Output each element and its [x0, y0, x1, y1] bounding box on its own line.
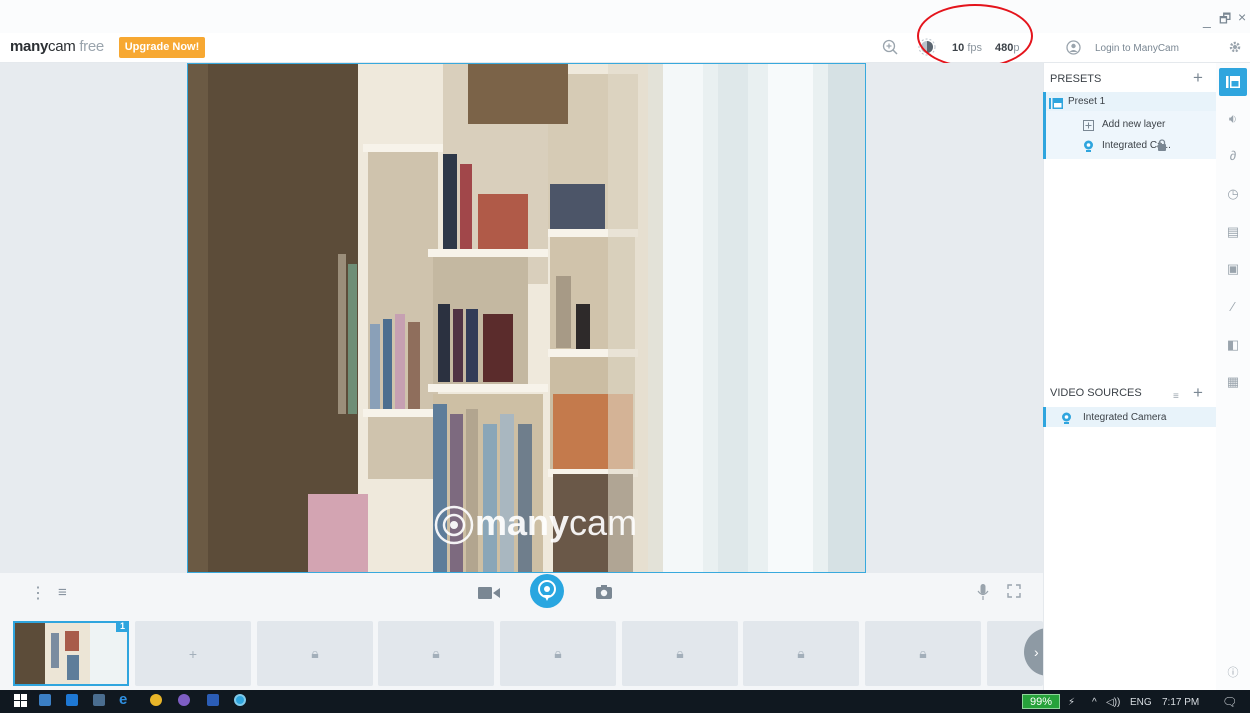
presets-tab[interactable] [1219, 68, 1247, 96]
layers-icon [1226, 76, 1240, 88]
broadcast-icon [538, 580, 556, 601]
lock-icon: 🔒︎ [432, 645, 440, 661]
webcam-icon [1061, 411, 1072, 429]
audio-icon[interactable]: 🔉︎ [1225, 111, 1241, 127]
magic-wand-icon[interactable]: ⁄ [1225, 299, 1241, 314]
sources-list-icon[interactable]: ≡ [1173, 391, 1179, 402]
broadcast-button[interactable] [530, 574, 564, 608]
more-options-icon[interactable]: ⋮ [30, 583, 46, 603]
thumbnail-number-badge: 1 [116, 621, 129, 632]
login-link[interactable]: Login to ManyCam [1095, 43, 1179, 54]
annotation-circle [917, 4, 1033, 68]
manycam-logo-icon [434, 506, 474, 545]
locked-thumbnail[interactable]: 🔒︎ [865, 621, 981, 686]
add-layer-label[interactable]: Add new layer [1102, 119, 1165, 130]
word-icon[interactable] [207, 694, 219, 706]
camera-feed-image [188, 64, 865, 572]
user-circle-icon[interactable] [1066, 40, 1081, 60]
add-source-button[interactable]: + [1193, 383, 1203, 403]
lock-icon: 🔒︎ [797, 645, 805, 661]
volume-icon[interactable]: ◁)) [1106, 697, 1120, 708]
file-explorer-icon[interactable] [39, 694, 51, 706]
clock[interactable]: 7:17 PM [1162, 697, 1199, 708]
close-button[interactable]: × [1238, 9, 1246, 25]
manycam-watermark: manycam [433, 502, 637, 546]
add-preset-button[interactable]: + [1193, 68, 1203, 88]
power-icon[interactable]: ⚡︎ [1068, 697, 1075, 708]
viber-icon[interactable] [178, 694, 190, 706]
battery-indicator[interactable]: 99% [1022, 694, 1060, 709]
draw-icon[interactable]: ∂ [1225, 148, 1241, 163]
language-indicator[interactable]: ENG [1130, 697, 1152, 708]
presets-title: PRESETS [1050, 73, 1102, 85]
widgets-icon[interactable]: ▦ [1225, 374, 1241, 390]
lock-icon: 🔒︎ [311, 645, 319, 661]
upgrade-button[interactable]: Upgrade Now! [119, 37, 205, 58]
video-sources-title: VIDEO SOURCES [1050, 387, 1142, 399]
camera-preview[interactable] [187, 63, 866, 573]
thumbnail-active[interactable] [13, 621, 129, 686]
info-icon[interactable]: ⓘ [1225, 664, 1241, 680]
locked-thumbnail[interactable]: 🔒︎ [257, 621, 373, 686]
chrome-icon[interactable] [150, 694, 162, 706]
tray-expand-icon[interactable]: ^ [1092, 697, 1097, 708]
locked-thumbnail[interactable]: 🔒︎ [500, 621, 616, 686]
lock-icon: 🔒︎ [919, 645, 927, 661]
camera-icon[interactable] [596, 585, 612, 604]
webcam-icon [1083, 139, 1094, 157]
lower-third-icon[interactable]: ▤ [1225, 224, 1241, 240]
lock-icon: 🔒︎ [676, 645, 684, 661]
preset-name: Preset 1 [1068, 96, 1106, 107]
locked-thumbnail[interactable]: 🔒︎ [622, 621, 738, 686]
fullscreen-icon[interactable] [1007, 584, 1021, 601]
clock-icon[interactable]: ◷ [1225, 186, 1241, 202]
playlist-icon[interactable]: ≡ [58, 584, 67, 601]
zoom-in-icon[interactable] [882, 39, 898, 60]
locked-thumbnail[interactable]: 🔒︎ [743, 621, 859, 686]
notifications-icon[interactable]: 🗨︎ [1222, 695, 1237, 709]
app-logo: manycam free [10, 38, 104, 55]
windows-start-icon[interactable] [14, 694, 27, 712]
video-source-name: Integrated Camera [1083, 412, 1167, 423]
minimize-button[interactable]: _ [1203, 12, 1211, 28]
gear-icon[interactable] [1228, 40, 1242, 57]
mic-icon[interactable] [977, 584, 989, 604]
add-layer-icon[interactable] [1083, 118, 1094, 136]
locked-thumbnail[interactable]: 🔒︎ [378, 621, 494, 686]
edge-icon[interactable]: e [119, 691, 127, 708]
restore-button[interactable]: 🗗 [1219, 10, 1231, 32]
outlook-icon[interactable] [66, 694, 78, 706]
overlay-icon[interactable]: ◧ [1225, 337, 1241, 353]
manycam-taskbar-icon[interactable] [234, 694, 246, 706]
lock-icon: 🔒︎ [554, 645, 562, 661]
lock-icon[interactable] [1157, 138, 1167, 156]
videocam-icon[interactable] [478, 586, 500, 600]
app-icon[interactable] [93, 694, 105, 706]
controls-bar [0, 573, 1043, 617]
chroma-icon[interactable]: ▣ [1225, 261, 1241, 277]
add-thumbnail-button[interactable]: + [135, 621, 251, 686]
window-titlebar [0, 0, 1250, 33]
